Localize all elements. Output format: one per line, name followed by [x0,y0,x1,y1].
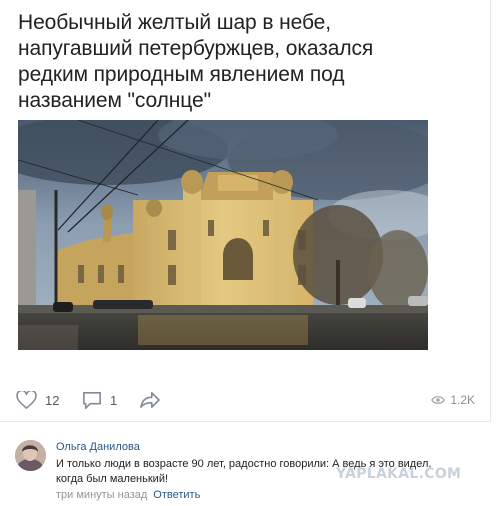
post-photo[interactable] [18,120,428,350]
post-actions-bar: 12 1 1.2K [14,385,479,415]
page: Необычный желтый шар в небе, напугавший … [0,0,501,506]
like-count: 12 [45,392,60,408]
post-card: Необычный желтый шар в небе, напугавший … [0,0,491,422]
heart-icon [16,391,37,409]
watermark: YAPLAKAL.COM [336,466,462,482]
eye-icon [431,396,446,404]
comment-button[interactable]: 1 [82,389,117,411]
comment-meta: три минуты назад Ответить [56,489,200,501]
like-button[interactable]: 12 [16,389,59,411]
comment-icon [83,391,101,409]
comment-item: Ольга Данилова И только люди в возрасте … [0,428,501,506]
views-counter: 1.2K [431,393,475,407]
comment-time: три минуты назад [56,489,148,501]
views-count: 1.2K [450,393,475,407]
post-text-line: редким природным явлением под [18,63,345,86]
comment-count: 1 [110,392,118,408]
post-text: Необычный желтый шар в небе, напугавший … [18,10,438,114]
reply-link[interactable]: Ответить [153,489,200,501]
post-text-line: напугавший петербуржцев, оказался [18,37,374,60]
share-button[interactable] [139,389,161,411]
post-text-line: Необычный желтый шар в небе, [18,11,331,34]
avatar-photo [15,440,46,471]
avatar[interactable] [15,440,46,471]
comment-author[interactable]: Ольга Данилова [56,441,140,453]
building-photo [18,120,428,350]
post-text-line: названием "солнце" [18,89,211,112]
share-arrow-icon [140,391,160,409]
